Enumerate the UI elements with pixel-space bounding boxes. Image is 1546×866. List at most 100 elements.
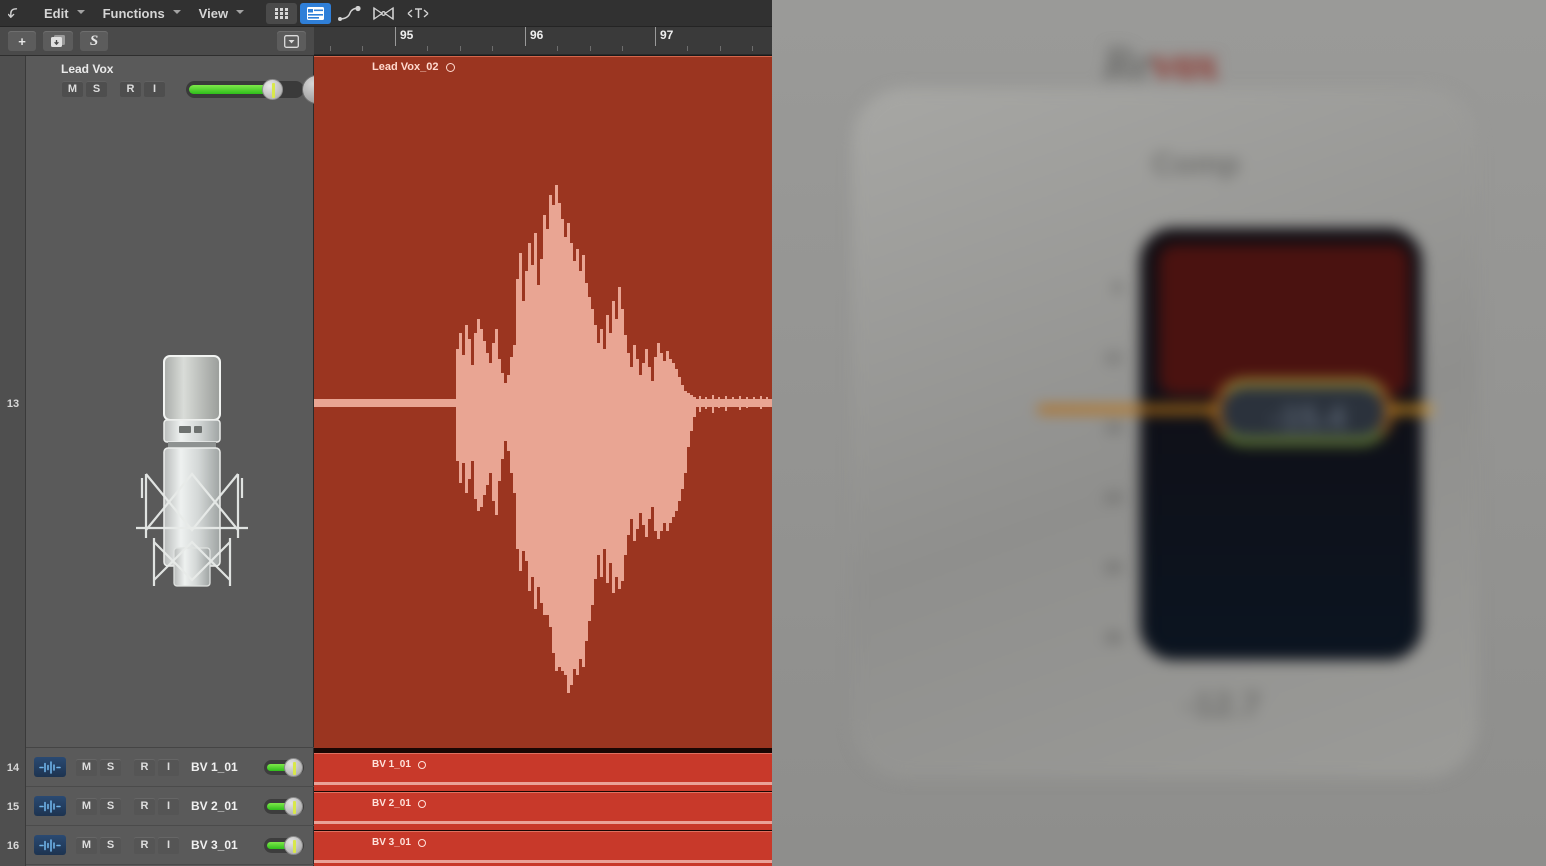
- track-header-lead-vox[interactable]: Lead Vox M S R I L R: [26, 56, 331, 748]
- daw-window: Edit Functions View + S 95 96 97 13 14 1…: [0, 0, 772, 866]
- timeline-ruler[interactable]: 95 96 97: [314, 27, 772, 56]
- record-button[interactable]: R: [120, 81, 141, 97]
- fade-tool-icon[interactable]: [402, 3, 433, 24]
- record-button[interactable]: R: [134, 797, 155, 815]
- track-name-bv-1: BV 1_01: [191, 760, 238, 774]
- loop-circle-icon[interactable]: [417, 760, 426, 769]
- comp-scale-labels: 6 12 18 24 30 36: [1082, 280, 1122, 700]
- ruler-bar-97: 97: [660, 28, 674, 42]
- waveform-lead-vox: [314, 185, 772, 693]
- region-name-bv-1: BV 1_01: [372, 759, 411, 770]
- comp-bottom-value: -12.7: [1183, 686, 1261, 724]
- track-name-lead-vox: Lead Vox: [61, 62, 114, 76]
- comp-scale-24: 24: [1104, 490, 1122, 507]
- waveform-track-icon[interactable]: [34, 757, 66, 777]
- track-number-13: 13: [6, 398, 20, 410]
- duplicate-track-icon[interactable]: [43, 31, 73, 51]
- track-number-16: 16: [6, 840, 20, 852]
- arrange-area[interactable]: Lead Vox_02 BV 1_01 BV 2_01 BV 3_01: [314, 56, 772, 866]
- revox-logo: Revox: [1102, 36, 1219, 91]
- main-toolbar: Edit Functions View: [0, 0, 772, 27]
- waveform-bv-3: [314, 860, 772, 863]
- volume-slider-handle[interactable]: [284, 757, 303, 777]
- region-label-bv-1: BV 1_01: [372, 759, 426, 770]
- logo-text-vox: vox: [1151, 37, 1219, 90]
- plugin-window: Revox Comp -15.4 6 12 18 24 30 36 -12.7 …: [772, 0, 1546, 866]
- loop-circle-icon[interactable]: [417, 799, 426, 808]
- menu-edit-label: Edit: [44, 5, 69, 21]
- record-button[interactable]: R: [134, 758, 155, 776]
- track-toolbar: + S: [0, 27, 314, 56]
- list-view-icon[interactable]: [300, 2, 332, 24]
- region-name-bv-3: BV 3_01: [372, 837, 411, 848]
- volume-slider-handle[interactable]: [284, 835, 303, 855]
- mute-button[interactable]: M: [76, 797, 97, 815]
- volume-slider[interactable]: [264, 796, 304, 816]
- condenser-microphone-icon: [134, 352, 252, 592]
- solo-button[interactable]: S: [100, 836, 121, 854]
- comp-section-label: Comp: [1152, 146, 1240, 181]
- menu-functions-label: Functions: [102, 5, 165, 21]
- automation-curve-icon[interactable]: [334, 3, 365, 24]
- mute-button[interactable]: M: [62, 81, 83, 97]
- waveform-bv-2: [314, 821, 772, 824]
- menu-functions[interactable]: Functions: [89, 6, 185, 21]
- flex-time-icon[interactable]: [368, 3, 399, 24]
- audio-region-lead-vox[interactable]: Lead Vox_02: [314, 56, 772, 748]
- audio-region-bv-3[interactable]: BV 3_01: [314, 831, 772, 866]
- mute-button[interactable]: M: [76, 836, 97, 854]
- track-header-bv-1[interactable]: M S R I BV 1_01: [26, 748, 314, 787]
- grid-view-icon[interactable]: [266, 2, 298, 24]
- add-track-button[interactable]: +: [8, 31, 36, 51]
- track-controls-bv-2: M S R I: [76, 797, 179, 815]
- comp-scale-6: 6: [1113, 280, 1122, 297]
- track-number-column: 13 14 15 16: [0, 56, 26, 866]
- audio-region-bv-2[interactable]: BV 2_01: [314, 792, 772, 830]
- comp-scale-30: 30: [1104, 560, 1122, 577]
- chevron-down-icon: [236, 9, 245, 17]
- comp-display-screen: [1140, 228, 1422, 660]
- volume-slider[interactable]: [264, 757, 304, 777]
- ruler-bar-95: 95: [400, 28, 414, 42]
- record-button[interactable]: R: [134, 836, 155, 854]
- input-monitor-button[interactable]: I: [144, 81, 165, 97]
- chevron-down-icon: [172, 9, 181, 17]
- track-controls-bv-3: M S R I: [76, 836, 179, 854]
- comp-meter-value: -15.4: [1270, 399, 1346, 436]
- waveform-track-icon[interactable]: [34, 835, 66, 855]
- mute-button[interactable]: M: [76, 758, 97, 776]
- disclosure-triangle-icon[interactable]: [277, 31, 306, 51]
- region-name-bv-2: BV 2_01: [372, 798, 411, 809]
- input-monitor-button[interactable]: I: [158, 758, 179, 776]
- chevron-down-icon: [76, 9, 85, 17]
- solo-button[interactable]: S: [86, 81, 107, 97]
- waveform-track-icon[interactable]: [34, 796, 66, 816]
- track-controls-lead-vox: M S R I: [62, 81, 165, 97]
- input-monitor-button[interactable]: I: [158, 797, 179, 815]
- volume-slider[interactable]: [186, 79, 304, 100]
- track-number-14: 14: [6, 762, 20, 774]
- solo-button[interactable]: S: [80, 31, 108, 51]
- menu-edit[interactable]: Edit: [30, 6, 89, 21]
- app-root: Edit Functions View + S 95 96 97 13 14 1…: [0, 0, 1546, 866]
- solo-button[interactable]: S: [100, 758, 121, 776]
- plugin-background-blurred: Revox Comp -15.4 6 12 18 24 30 36 -12.7: [772, 0, 1546, 866]
- waveform-bv-1: [314, 782, 772, 785]
- undo-arrow-icon[interactable]: [0, 0, 30, 27]
- volume-slider-handle[interactable]: [262, 79, 283, 100]
- track-header-bv-3[interactable]: M S R I BV 3_01: [26, 826, 314, 865]
- toolbar-tool-group: [266, 2, 433, 24]
- solo-button[interactable]: S: [100, 797, 121, 815]
- menu-view[interactable]: View: [185, 6, 248, 21]
- audio-region-bv-1[interactable]: BV 1_01: [314, 753, 772, 791]
- region-label-bv-3: BV 3_01: [372, 837, 426, 848]
- comp-meter-readout: -15.4: [1214, 380, 1392, 444]
- comp-scale-12: 12: [1104, 350, 1122, 367]
- loop-circle-icon[interactable]: [417, 838, 426, 847]
- track-header-bv-2[interactable]: M S R I BV 2_01: [26, 787, 314, 826]
- track-number-15: 15: [6, 801, 20, 813]
- region-label-bv-2: BV 2_01: [372, 798, 426, 809]
- volume-slider[interactable]: [264, 835, 304, 855]
- volume-slider-handle[interactable]: [284, 796, 303, 816]
- input-monitor-button[interactable]: I: [158, 836, 179, 854]
